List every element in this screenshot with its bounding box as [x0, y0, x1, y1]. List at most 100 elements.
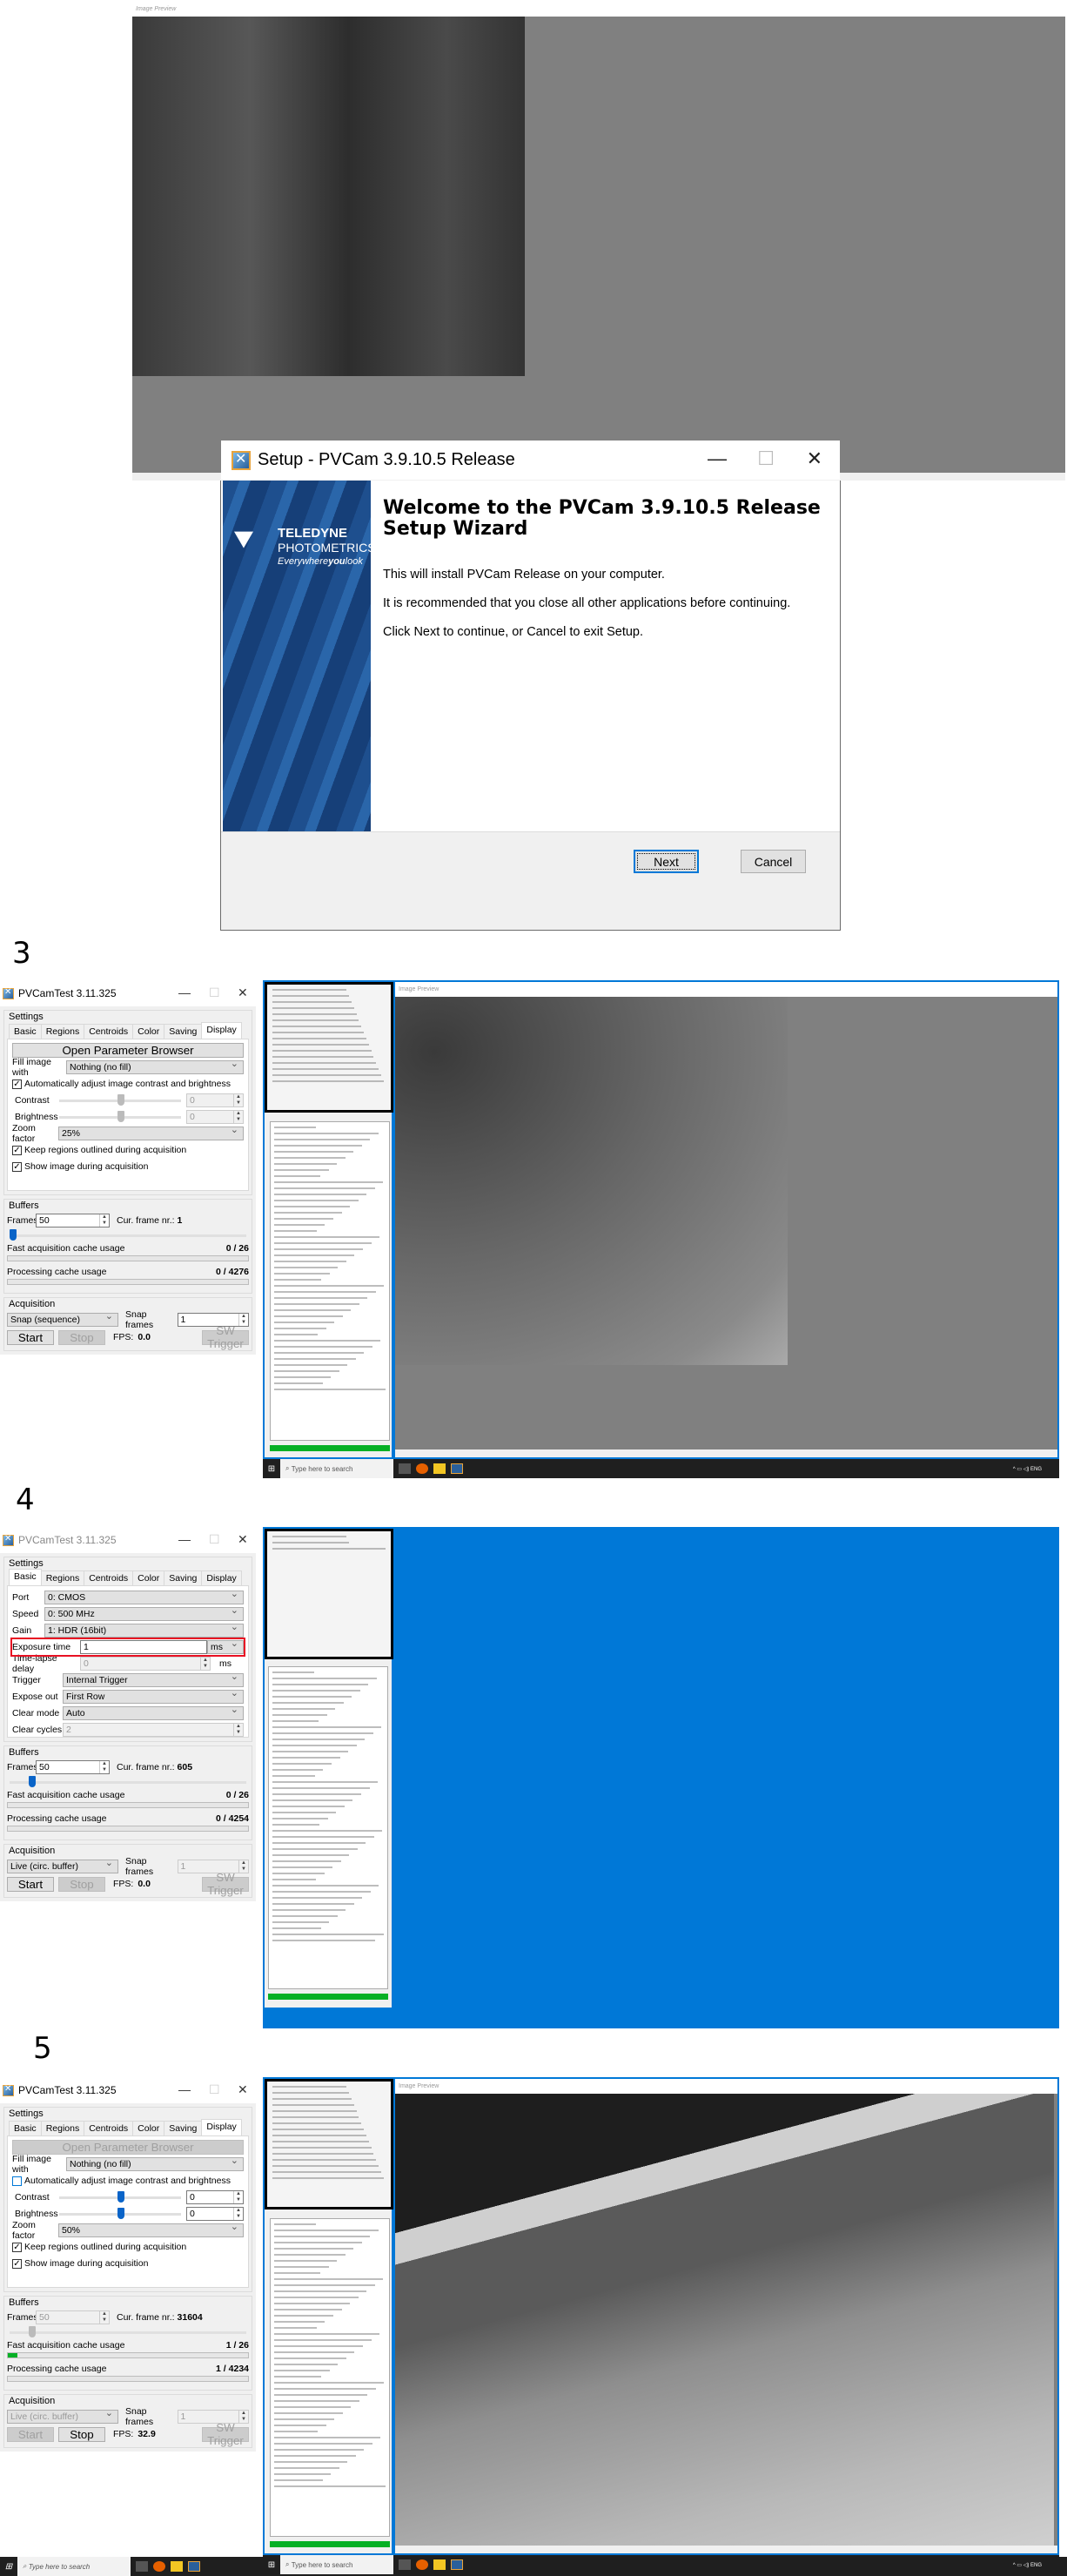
spin-arrows-icon[interactable]: ▲ ▼	[233, 1724, 243, 1736]
slider-thumb[interactable]	[117, 2207, 125, 2219]
slider-thumb[interactable]	[117, 1093, 125, 1106]
exposure-time-input[interactable]: 1	[80, 1640, 207, 1654]
tab-saving[interactable]: Saving	[164, 1570, 203, 1585]
pvcam-taskbar-icon[interactable]	[451, 2559, 463, 2570]
pvcam-taskbar-icon[interactable]	[451, 1463, 463, 1474]
zoom-factor-select[interactable]: 50%	[58, 2221, 244, 2237]
brightness-slider[interactable]	[59, 2207, 181, 2219]
close-icon[interactable]: ✕	[807, 447, 822, 470]
start-button[interactable]: Start	[7, 1876, 54, 1892]
snap-frames-input[interactable]: 1 ▲ ▼	[177, 1312, 249, 1327]
keep-regions-checkbox[interactable]: ✓ Keep regions outlined during acquisitio…	[12, 1142, 244, 1158]
zoom-factor-select[interactable]: 25%	[58, 1124, 244, 1140]
fill-image-select[interactable]: Nothing (no fill)	[66, 2155, 244, 2171]
spin-arrows-icon[interactable]: ▲ ▼	[238, 1860, 248, 1873]
windows-start-icon[interactable]: ⊞	[263, 2560, 280, 2570]
spin-arrows-icon[interactable]: ▲ ▼	[99, 1761, 109, 1773]
task-view-icon[interactable]	[399, 2559, 411, 2570]
show-image-checkbox[interactable]: ✓ Show image during acquisition	[12, 1159, 244, 1174]
taskbar-search-input[interactable]: ⌕ Type here to search	[280, 1459, 393, 1478]
spin-arrows-icon[interactable]: ▲ ▼	[238, 1313, 248, 1326]
frames-input[interactable]: 50 ▲ ▼	[36, 2310, 110, 2324]
spin-arrows-icon[interactable]: ▲ ▼	[238, 2410, 248, 2423]
spin-arrows-icon[interactable]: ▲ ▼	[233, 1111, 243, 1123]
file-explorer-icon[interactable]	[433, 2559, 446, 2570]
spin-arrows-icon[interactable]: ▲ ▼	[99, 2311, 109, 2324]
contrast-spinbox[interactable]: 0 ▲ ▼	[186, 2190, 244, 2204]
pvcam-taskbar-icon[interactable]	[188, 2561, 200, 2572]
file-explorer-icon[interactable]	[171, 2561, 183, 2572]
contrast-spinbox[interactable]: 0 ▲ ▼	[186, 1093, 244, 1107]
firefox-icon[interactable]	[153, 2561, 165, 2572]
log-pane[interactable]	[268, 1666, 388, 1989]
task-view-icon[interactable]	[136, 2561, 148, 2572]
brightness-slider[interactable]	[59, 1110, 181, 1122]
tab-basic[interactable]: Basic	[9, 1024, 42, 1039]
checkbox-icon[interactable]: ✓	[12, 2242, 22, 2252]
next-button[interactable]: Next	[634, 850, 699, 873]
frames-input[interactable]: 50 ▲ ▼	[36, 1214, 110, 1227]
tab-saving[interactable]: Saving	[164, 1024, 203, 1039]
slider-thumb[interactable]	[117, 2190, 125, 2203]
maximize-icon[interactable]: ☐	[209, 985, 220, 1000]
checkbox-icon[interactable]: ✓	[12, 1161, 22, 1172]
cancel-button[interactable]: Cancel	[741, 850, 806, 873]
tab-color[interactable]: Color	[132, 1570, 165, 1585]
brightness-spinbox[interactable]: 0 ▲ ▼	[186, 2207, 244, 2221]
tab-centroids[interactable]: Centroids	[84, 1024, 134, 1039]
sw-trigger-button[interactable]: SW Trigger	[202, 2421, 249, 2447]
tab-centroids[interactable]: Centroids	[84, 2121, 134, 2135]
minimize-icon[interactable]: —	[178, 1532, 191, 1546]
gain-select[interactable]: 1: HDR (16bit)	[44, 1621, 244, 1638]
slider-thumb[interactable]	[28, 1775, 36, 1787]
firefox-icon[interactable]	[416, 1463, 428, 1474]
open-parameter-browser-button[interactable]: Open Parameter Browser	[12, 2140, 244, 2155]
tab-basic[interactable]: Basic	[9, 1569, 42, 1585]
clear-cycles-input[interactable]: 2 ▲ ▼	[63, 1723, 244, 1737]
task-view-icon[interactable]	[399, 1463, 411, 1474]
acquisition-mode-select[interactable]: Live (circ. buffer)	[7, 1857, 118, 1873]
stop-button[interactable]: Stop	[58, 1876, 105, 1892]
auto-adjust-checkbox[interactable]: ✓ Automatically adjust image contrast and…	[12, 1076, 244, 1092]
maximize-icon[interactable]: ☐	[209, 2082, 220, 2097]
file-explorer-icon[interactable]	[433, 1463, 446, 1474]
spin-arrows-icon[interactable]: ▲ ▼	[233, 1094, 243, 1106]
open-parameter-browser-button[interactable]: Open Parameter Browser	[12, 1043, 244, 1058]
minimize-icon[interactable]: —	[178, 2082, 191, 2096]
checkbox-icon[interactable]: ✓	[12, 2258, 22, 2269]
frames-slider[interactable]	[10, 2325, 246, 2337]
sw-trigger-button[interactable]: SW Trigger	[202, 1871, 249, 1897]
clear-mode-select[interactable]: Auto	[63, 1704, 244, 1720]
spin-arrows-icon[interactable]: ▲ ▼	[200, 1658, 210, 1670]
acquisition-mode-select[interactable]: Live (circ. buffer)	[7, 2407, 118, 2424]
checkbox-icon[interactable]	[12, 2176, 22, 2186]
taskbar-search-input[interactable]: ⌕ Type here to search	[280, 2555, 393, 2574]
spin-arrows-icon[interactable]: ▲ ▼	[233, 2191, 243, 2203]
auto-adjust-checkbox[interactable]: Automatically adjust image contrast and …	[12, 2173, 244, 2189]
trigger-select[interactable]: Internal Trigger	[63, 1671, 244, 1687]
maximize-icon[interactable]: ☐	[757, 447, 775, 470]
close-icon[interactable]: ✕	[238, 985, 248, 1000]
log-pane[interactable]	[270, 1121, 390, 1441]
time-lapse-input[interactable]: 0 ▲ ▼	[80, 1657, 211, 1671]
slider-thumb[interactable]	[10, 1228, 17, 1241]
frames-slider[interactable]	[10, 1775, 246, 1787]
spin-arrows-icon[interactable]: ▲ ▼	[233, 2208, 243, 2220]
minimize-icon[interactable]: —	[708, 447, 727, 470]
contrast-slider[interactable]	[59, 1093, 181, 1106]
speed-select[interactable]: 0: 500 MHz	[44, 1604, 244, 1621]
spin-arrows-icon[interactable]: ▲ ▼	[99, 1214, 109, 1227]
tab-display[interactable]: Display	[201, 2119, 242, 2135]
port-select[interactable]: 0: CMOS	[44, 1588, 244, 1604]
tab-centroids[interactable]: Centroids	[84, 1570, 134, 1585]
start-button[interactable]: Start	[7, 1329, 54, 1345]
tab-regions[interactable]: Regions	[40, 1570, 85, 1585]
expose-out-select[interactable]: First Row	[63, 1687, 244, 1704]
stop-button[interactable]: Stop	[58, 2426, 105, 2442]
keep-regions-checkbox[interactable]: ✓ Keep regions outlined during acquisitio…	[12, 2239, 244, 2255]
checkbox-icon[interactable]: ✓	[12, 1079, 22, 1089]
tab-display[interactable]: Display	[201, 1022, 242, 1039]
fill-image-select[interactable]: Nothing (no fill)	[66, 1058, 244, 1074]
snap-frames-input[interactable]: 1 ▲ ▼	[177, 2409, 249, 2424]
tab-regions[interactable]: Regions	[40, 2121, 85, 2135]
